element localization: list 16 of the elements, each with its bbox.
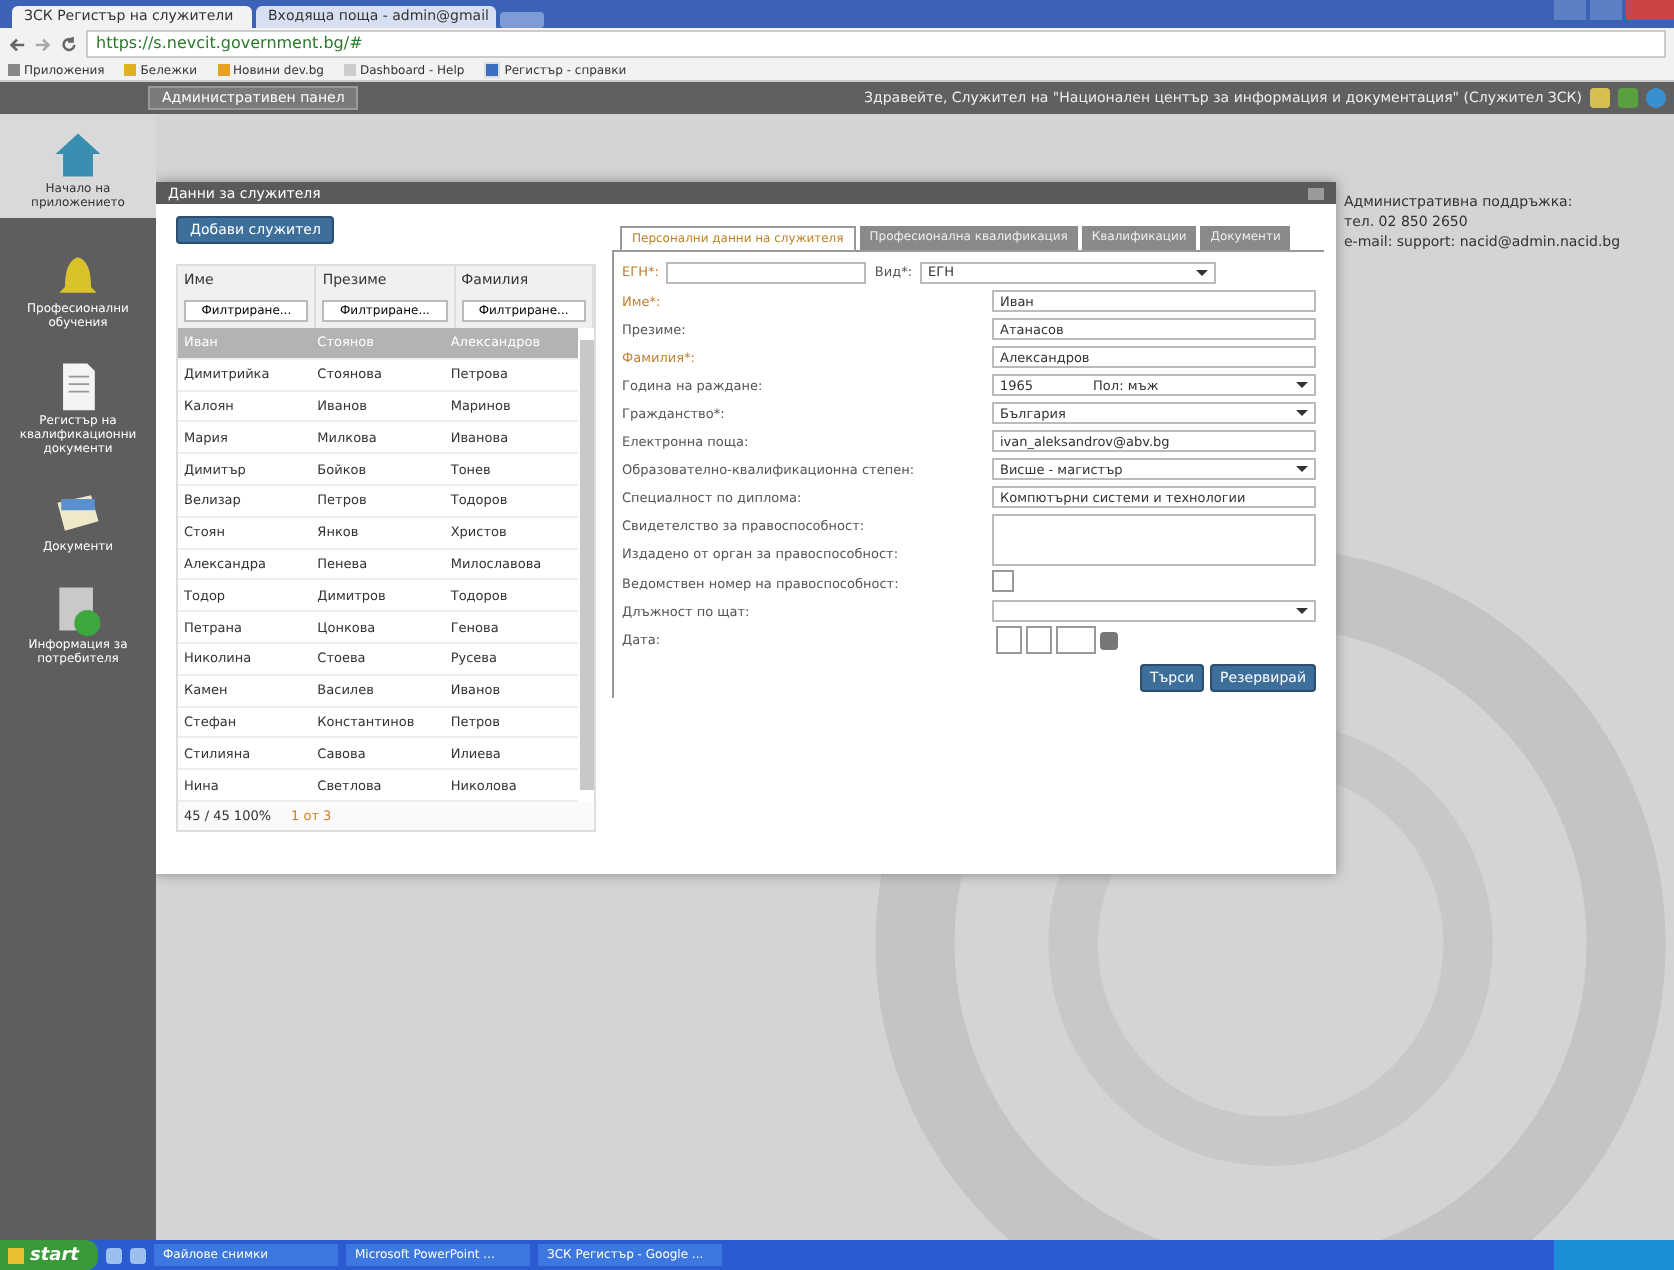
year-field[interactable] bbox=[1056, 626, 1096, 654]
day-field[interactable] bbox=[996, 626, 1022, 654]
system-tray bbox=[1554, 1240, 1674, 1270]
id-number-field[interactable] bbox=[666, 261, 867, 283]
dropdown[interactable] bbox=[992, 600, 1316, 622]
month-field[interactable] bbox=[1026, 626, 1052, 654]
close-button[interactable] bbox=[1308, 187, 1324, 199]
start-button[interactable]: start bbox=[0, 1240, 99, 1270]
reload-icon[interactable] bbox=[60, 35, 78, 53]
forward-icon[interactable] bbox=[34, 35, 52, 53]
calendar-button[interactable] bbox=[1100, 631, 1118, 649]
address-bar[interactable]: https://s.nevcit.government.bg/# bbox=[86, 30, 1666, 58]
checkbox[interactable] bbox=[992, 570, 1014, 592]
text-area[interactable] bbox=[992, 514, 1316, 566]
scrollbar[interactable] bbox=[580, 340, 594, 790]
back-icon[interactable] bbox=[8, 35, 26, 53]
